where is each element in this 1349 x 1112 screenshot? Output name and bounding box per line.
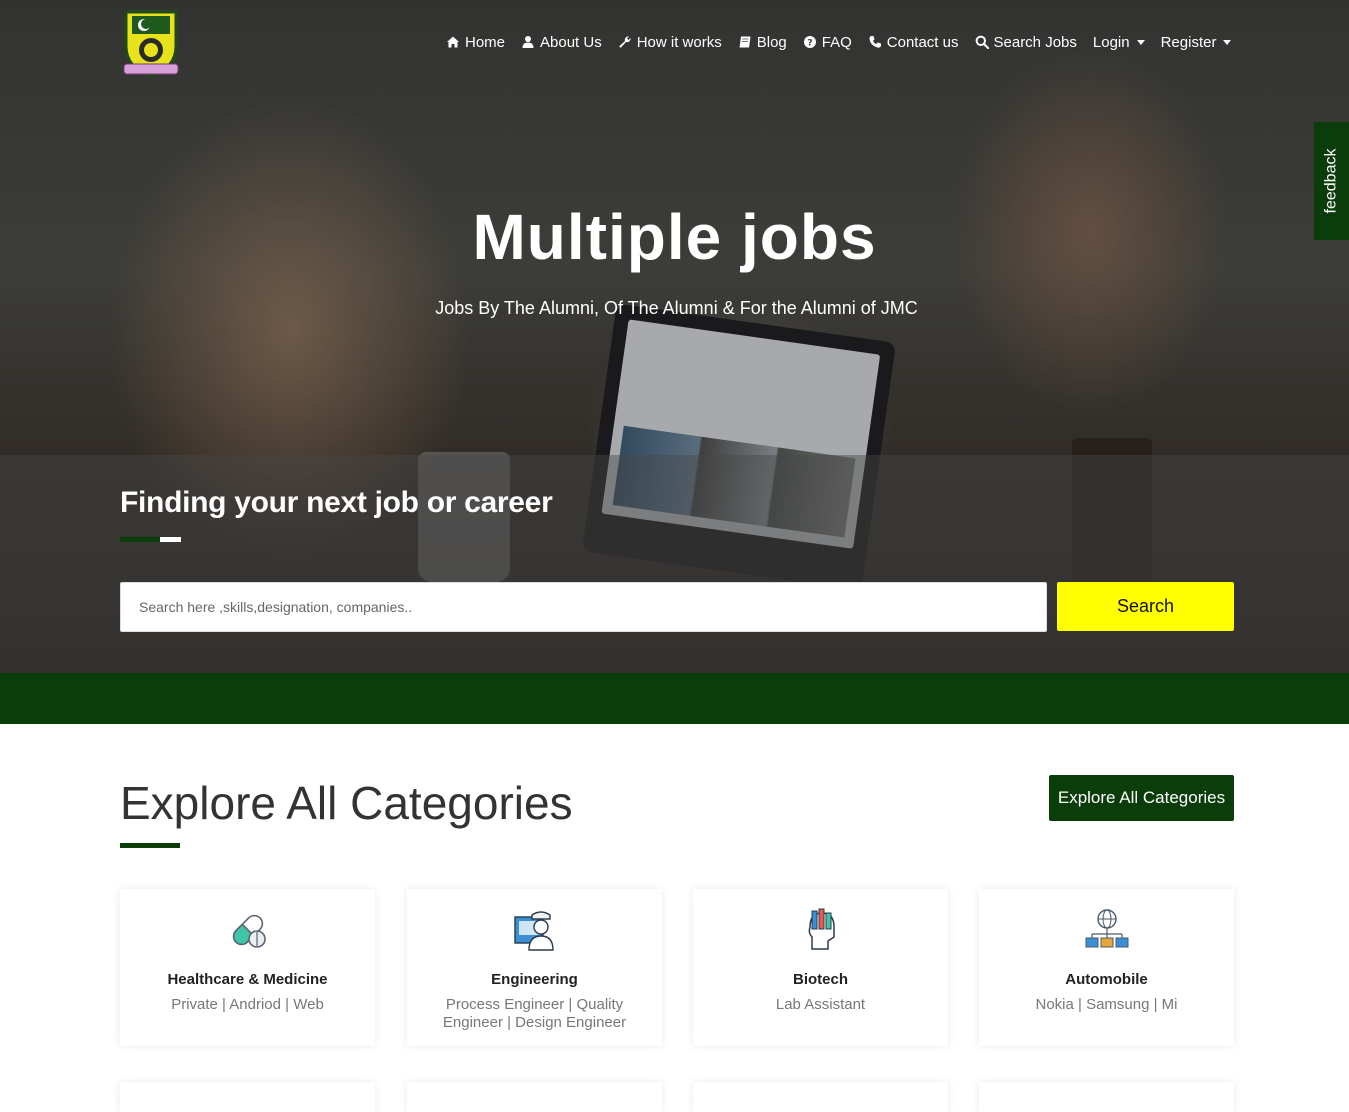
- categories-title: Explore All Categories: [120, 777, 573, 829]
- svg-text:?: ?: [807, 39, 812, 49]
- category-name: Biotech: [792, 971, 848, 988]
- category-name: Engineering: [491, 971, 578, 988]
- category-subtitle: Process Engineer | Quality Engineer | De…: [442, 996, 627, 1031]
- category-subtitle: Nokia | Samsung | Mi: [1035, 996, 1178, 1013]
- engineer-icon: [407, 907, 662, 953]
- network-globe-icon: [979, 907, 1234, 953]
- hero-subtitle: Jobs By The Alumni, Of The Alumni & For …: [435, 298, 918, 318]
- home-icon: [446, 35, 460, 49]
- nav-login-dropdown[interactable]: Login: [1093, 34, 1145, 51]
- phone-icon: [868, 35, 882, 49]
- nav-faq-label: FAQ: [821, 33, 852, 51]
- capsule-icon: [120, 907, 375, 953]
- heading-underline-accent: [160, 537, 181, 542]
- nav-register-dropdown[interactable]: Register: [1161, 34, 1232, 51]
- green-divider-strip: [0, 673, 1349, 724]
- category-card-partial[interactable]: [979, 1082, 1234, 1112]
- hero-title: Multiple jobs: [472, 201, 877, 273]
- category-card-healthcare[interactable]: Healthcare & Medicine Private | Andriod …: [120, 889, 375, 1046]
- search-button[interactable]: Search: [1057, 582, 1234, 631]
- nav-blog-label: Blog: [756, 33, 787, 51]
- nav-search-jobs-label: Search Jobs: [993, 33, 1077, 51]
- main-nav: Home About Us How it works Blog ? FAQ Co…: [446, 32, 1247, 52]
- category-card-biotech[interactable]: Biotech Lab Assistant: [693, 889, 948, 1046]
- category-name: Healthcare & Medicine: [167, 971, 328, 988]
- category-card-partial[interactable]: [693, 1082, 948, 1112]
- chevron-down-icon: [1223, 39, 1232, 45]
- lab-tubes-icon: [693, 907, 948, 953]
- wrench-icon: [618, 35, 632, 49]
- book-icon: [738, 35, 752, 49]
- category-card-automobile[interactable]: Automobile Nokia | Samsung | Mi: [979, 889, 1234, 1046]
- nav-about-label: About Us: [540, 33, 602, 51]
- nav-home[interactable]: Home: [446, 34, 505, 51]
- nav-home-label: Home: [465, 33, 506, 51]
- nav-search-jobs[interactable]: Search Jobs: [975, 34, 1077, 51]
- search-heading: Finding your next job or career: [120, 486, 553, 519]
- chevron-down-icon: [1136, 39, 1145, 45]
- search-icon: [975, 35, 989, 49]
- nav-register-label: Register: [1160, 33, 1217, 51]
- site-logo[interactable]: [120, 6, 182, 80]
- nav-login-label: Login: [1092, 33, 1130, 51]
- category-subtitle: Lab Assistant: [775, 996, 866, 1013]
- nav-blog[interactable]: Blog: [738, 34, 787, 51]
- category-card-partial[interactable]: [407, 1082, 662, 1112]
- category-subtitle: Private | Andriod | Web: [171, 996, 324, 1013]
- category-card-engineering[interactable]: Engineering Process Engineer | Quality E…: [407, 889, 662, 1046]
- nav-faq[interactable]: ? FAQ: [803, 34, 852, 51]
- explore-all-categories-button[interactable]: Explore All Categories: [1049, 775, 1234, 821]
- categories-underline: [120, 843, 180, 848]
- nav-about[interactable]: About Us: [521, 34, 602, 51]
- nav-how-it-works[interactable]: How it works: [618, 34, 722, 51]
- nav-how-it-works-label: How it works: [636, 33, 722, 51]
- heading-underline: [120, 537, 160, 542]
- hero-background: [0, 0, 1349, 673]
- category-card-partial[interactable]: [120, 1082, 375, 1112]
- job-search-input[interactable]: [120, 582, 1047, 632]
- question-circle-icon: ?: [803, 35, 817, 49]
- user-icon: [521, 35, 535, 49]
- nav-contact[interactable]: Contact us: [868, 34, 959, 51]
- nav-contact-label: Contact us: [886, 33, 959, 51]
- category-name: Automobile: [1065, 971, 1148, 988]
